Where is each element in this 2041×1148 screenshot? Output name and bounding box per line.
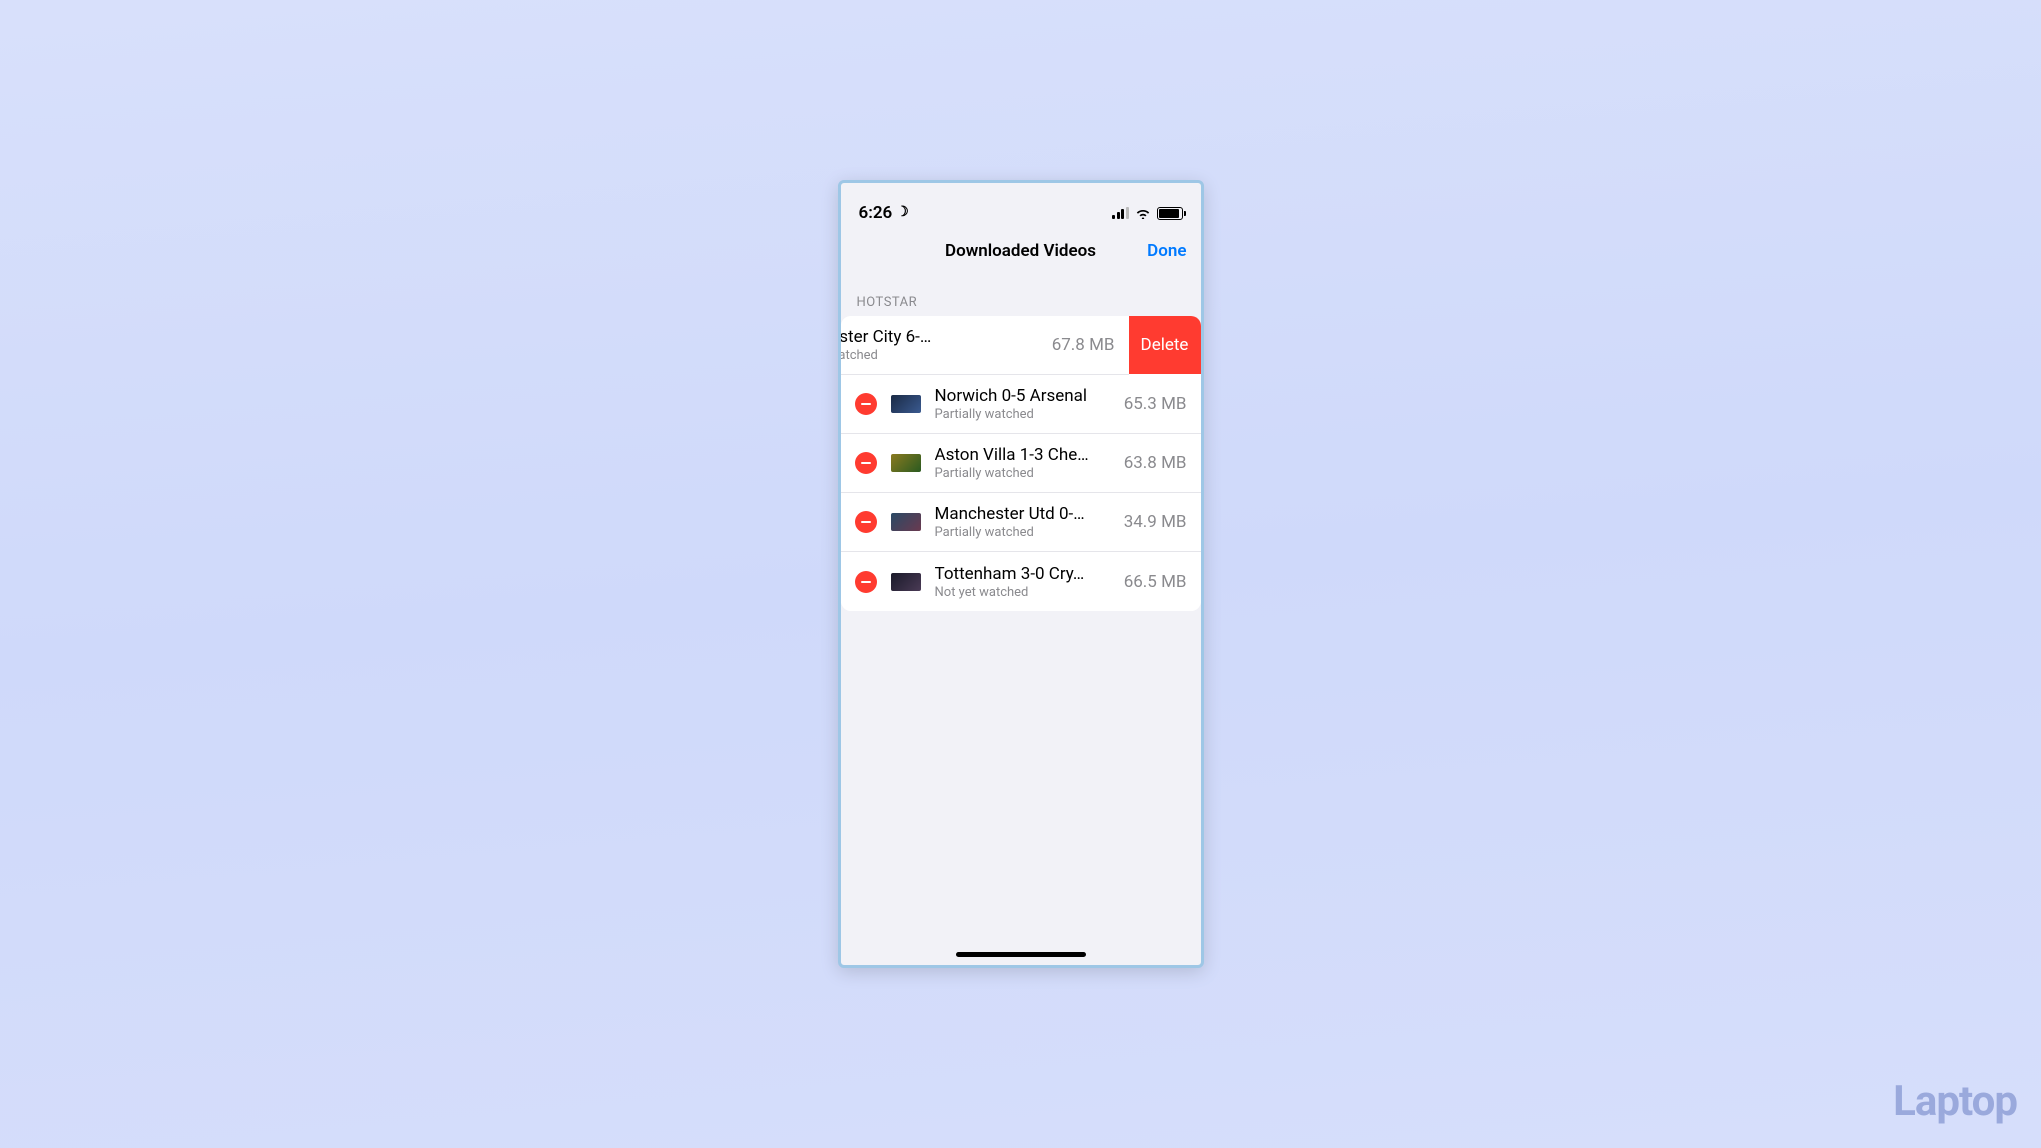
list-item[interactable]: Manchester City 6-… Partially watched 67… (841, 316, 1129, 375)
remove-icon[interactable] (855, 571, 877, 593)
remove-icon[interactable] (855, 452, 877, 474)
video-size: 66.5 MB (1124, 572, 1187, 592)
list-item[interactable]: Tottenham 3-0 Cry… Not yet watched 66.5 … (841, 552, 1201, 611)
video-thumbnail (891, 573, 921, 591)
video-subtitle: Partially watched (935, 466, 1116, 481)
video-title: Manchester Utd 0-… (935, 504, 1116, 524)
video-subtitle: Partially watched (935, 525, 1116, 540)
video-title: Tottenham 3-0 Cry… (935, 564, 1116, 584)
status-time: 6:26 (859, 203, 893, 223)
video-thumbnail (891, 395, 921, 413)
video-subtitle: Not yet watched (935, 585, 1116, 600)
do-not-disturb-icon: ☽ (896, 204, 909, 220)
list-item[interactable]: Manchester Utd 0-… Partially watched 34.… (841, 493, 1201, 552)
video-title: Manchester City 6-… (841, 327, 1044, 347)
video-thumbnail (891, 513, 921, 531)
status-icons (1112, 207, 1183, 220)
cellular-signal-icon (1112, 207, 1129, 219)
watermark: Laptop (1893, 1077, 2017, 1126)
home-indicator[interactable] (956, 952, 1086, 957)
video-subtitle: Partially watched (935, 407, 1116, 422)
remove-icon[interactable] (855, 511, 877, 533)
video-list: Manchester City 6-… Partially watched 67… (841, 316, 1201, 611)
section-header: HOTSTAR (841, 273, 1201, 316)
row-text: Tottenham 3-0 Cry… Not yet watched (935, 564, 1116, 600)
status-time-group: 6:26 ☽ (859, 203, 909, 223)
video-size: 67.8 MB (1052, 335, 1115, 355)
nav-bar: Downloaded Videos Done (841, 229, 1201, 273)
video-subtitle: Partially watched (841, 348, 1044, 363)
content-area: HOTSTAR Manchester City 6-… Partially wa… (841, 273, 1201, 965)
video-size: 63.8 MB (1124, 453, 1187, 473)
status-bar: 6:26 ☽ (841, 183, 1201, 229)
row-text: Manchester Utd 0-… Partially watched (935, 504, 1116, 540)
video-title: Aston Villa 1-3 Che… (935, 445, 1116, 465)
video-thumbnail (891, 454, 921, 472)
video-size: 65.3 MB (1124, 394, 1187, 414)
list-item[interactable]: Aston Villa 1-3 Che… Partially watched 6… (841, 434, 1201, 493)
delete-button[interactable]: Delete (1129, 316, 1201, 374)
page-title: Downloaded Videos (945, 241, 1096, 261)
row-text: Manchester City 6-… Partially watched (841, 327, 1044, 363)
done-button[interactable]: Done (1147, 241, 1186, 261)
row-text: Norwich 0-5 Arsenal Partially watched (935, 386, 1116, 422)
list-item[interactable]: Norwich 0-5 Arsenal Partially watched 65… (841, 375, 1201, 434)
phone-frame: 6:26 ☽ Downloaded Videos Done HOTSTAR Ma… (838, 180, 1204, 968)
battery-icon (1157, 207, 1183, 220)
remove-icon[interactable] (855, 393, 877, 415)
row-text: Aston Villa 1-3 Che… Partially watched (935, 445, 1116, 481)
wifi-icon (1135, 207, 1151, 219)
video-title: Norwich 0-5 Arsenal (935, 386, 1116, 406)
video-size: 34.9 MB (1124, 512, 1187, 532)
